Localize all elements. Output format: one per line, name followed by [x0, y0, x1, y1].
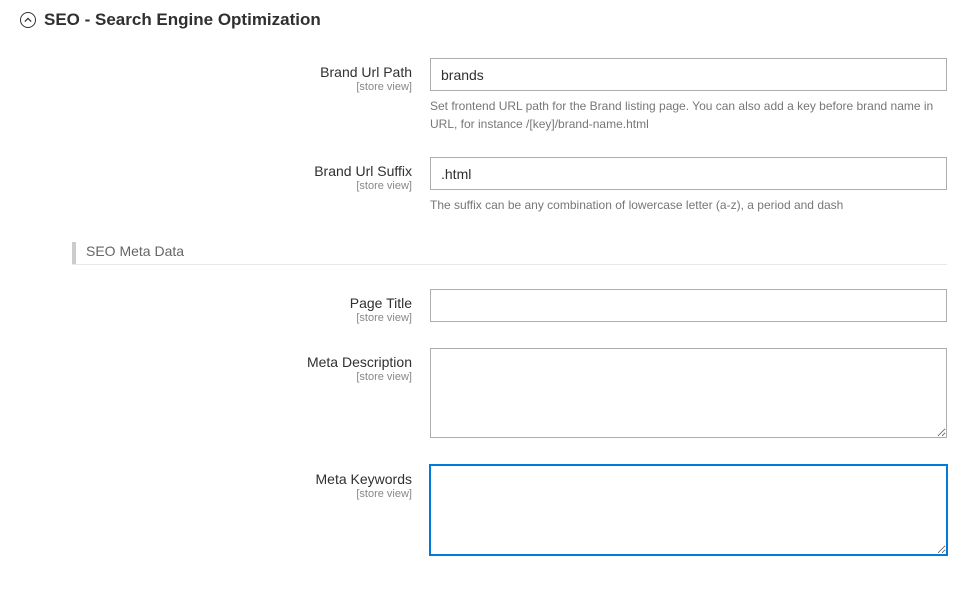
field-label: Meta Keywords — [20, 471, 412, 487]
field-label: Brand Url Suffix — [20, 163, 412, 179]
chevron-up-icon — [20, 12, 36, 28]
field-row-page-title: Page Title [store view] — [20, 289, 947, 324]
field-label: Page Title — [20, 295, 412, 311]
label-col: Meta Description [store view] — [20, 348, 430, 383]
brand-url-path-input[interactable] — [430, 58, 947, 91]
field-help: The suffix can be any combination of low… — [430, 196, 947, 214]
meta-keywords-textarea[interactable] — [430, 465, 947, 555]
input-col — [430, 348, 947, 441]
label-col: Meta Keywords [store view] — [20, 465, 430, 500]
field-row-brand-url-path: Brand Url Path [store view] Set frontend… — [20, 58, 947, 133]
field-scope: [store view] — [20, 488, 412, 500]
input-col — [430, 465, 947, 558]
subsection-title: SEO Meta Data — [86, 243, 184, 263]
page-title-input[interactable] — [430, 289, 947, 322]
brand-url-suffix-input[interactable] — [430, 157, 947, 190]
subsection-header: SEO Meta Data — [72, 242, 947, 265]
input-col: Set frontend URL path for the Brand list… — [430, 58, 947, 133]
section-title: SEO - Search Engine Optimization — [44, 10, 321, 30]
meta-description-textarea[interactable] — [430, 348, 947, 438]
field-row-meta-keywords: Meta Keywords [store view] — [20, 465, 947, 558]
field-scope: [store view] — [20, 371, 412, 383]
field-scope: [store view] — [20, 312, 412, 324]
field-row-meta-description: Meta Description [store view] — [20, 348, 947, 441]
field-scope: [store view] — [20, 81, 412, 93]
subsection-bar — [72, 242, 76, 264]
field-row-brand-url-suffix: Brand Url Suffix [store view] The suffix… — [20, 157, 947, 214]
section-header[interactable]: SEO - Search Engine Optimization — [20, 10, 947, 30]
field-label: Meta Description — [20, 354, 412, 370]
field-label: Brand Url Path — [20, 64, 412, 80]
label-col: Page Title [store view] — [20, 289, 430, 324]
input-col: The suffix can be any combination of low… — [430, 157, 947, 214]
field-help: Set frontend URL path for the Brand list… — [430, 97, 947, 133]
label-col: Brand Url Suffix [store view] — [20, 157, 430, 192]
label-col: Brand Url Path [store view] — [20, 58, 430, 93]
field-scope: [store view] — [20, 180, 412, 192]
input-col — [430, 289, 947, 322]
